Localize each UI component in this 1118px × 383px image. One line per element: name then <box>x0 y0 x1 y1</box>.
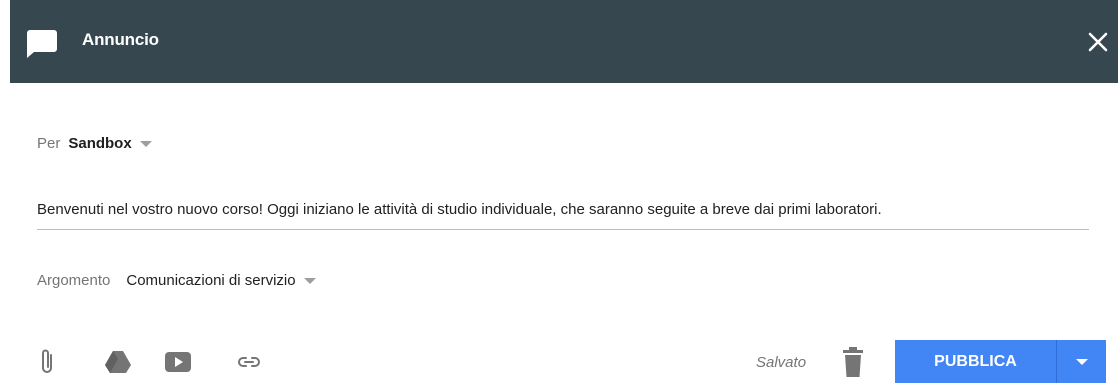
class-name: Sandbox <box>68 134 132 152</box>
publish-button[interactable]: PUBBLICA <box>895 340 1057 383</box>
announcement-icon <box>27 30 57 58</box>
audience-row: Per Sandbox <box>37 131 152 155</box>
audience-label: Per <box>37 134 61 152</box>
class-select[interactable]: Sandbox <box>68 134 152 152</box>
save-status: Salvato <box>756 354 807 371</box>
publish-button-group: PUBBLICA <box>895 340 1106 383</box>
dialog-title: Annuncio <box>82 30 159 49</box>
topic-label: Argomento <box>37 271 111 289</box>
chevron-down-icon <box>1075 358 1088 365</box>
google-drive-icon[interactable] <box>103 347 133 377</box>
paperclip-icon[interactable] <box>32 347 62 377</box>
trash-icon[interactable] <box>838 346 868 378</box>
topic-select[interactable]: Comunicazioni di servizio <box>126 271 316 289</box>
chevron-down-icon <box>303 278 316 284</box>
link-icon[interactable] <box>234 347 264 377</box>
dialog-header: Annuncio <box>10 0 1118 83</box>
topic-row: Argomento Comunicazioni di servizio <box>37 268 316 292</box>
close-icon[interactable] <box>1078 22 1118 62</box>
youtube-icon[interactable] <box>163 347 193 377</box>
topic-value: Comunicazioni di servizio <box>126 271 296 289</box>
announcement-text-field[interactable]: Benvenuti nel vostro nuovo corso! Oggi i… <box>37 198 1089 230</box>
publish-options-button[interactable] <box>1057 340 1106 383</box>
chevron-down-icon <box>139 141 152 147</box>
